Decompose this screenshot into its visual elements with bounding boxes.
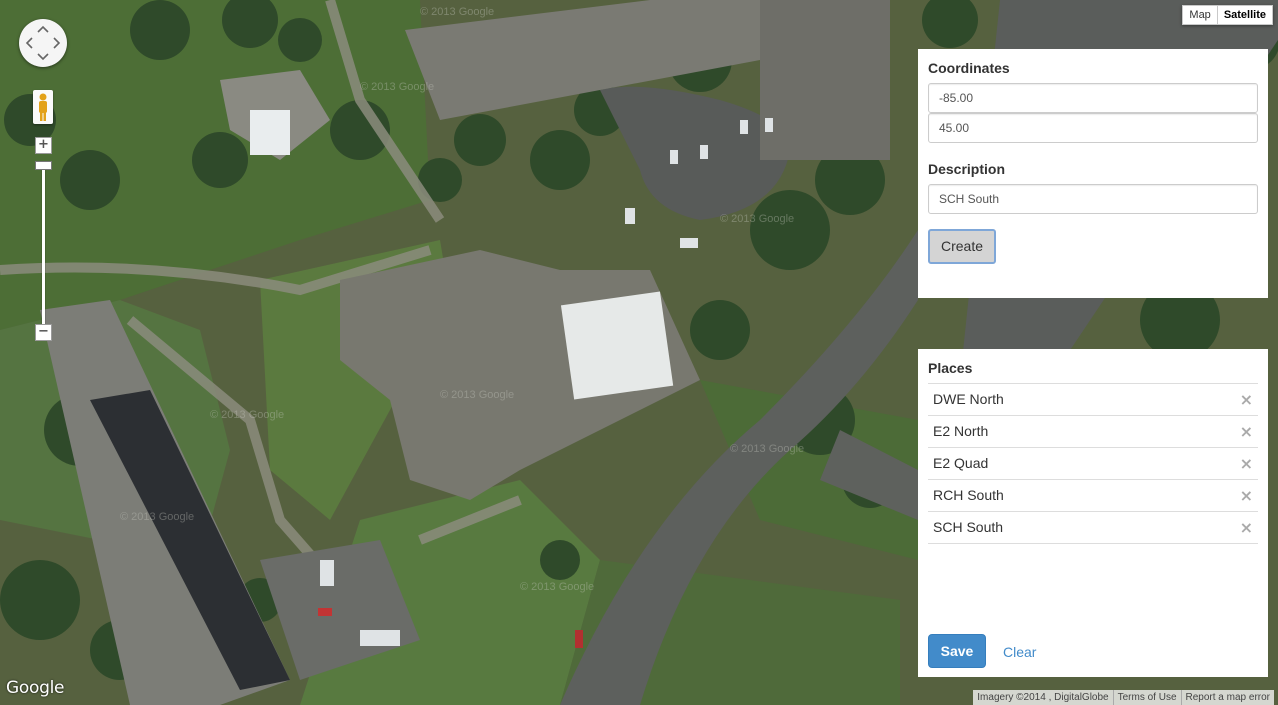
remove-place-icon[interactable]: × bbox=[1240, 448, 1253, 479]
report-map-error-link[interactable]: Report a map error bbox=[1180, 690, 1274, 705]
zoom-slider-handle[interactable] bbox=[35, 161, 52, 170]
remove-place-icon[interactable]: × bbox=[1240, 384, 1253, 415]
list-item[interactable]: RCH South × bbox=[928, 480, 1258, 512]
coordinates-panel: Coordinates -85.00 45.00 Description SCH… bbox=[918, 49, 1268, 298]
svg-text:© 2013 Google: © 2013 Google bbox=[730, 443, 804, 455]
svg-text:© 2013 Google: © 2013 Google bbox=[120, 511, 194, 523]
latitude-input[interactable]: 45.00 bbox=[928, 113, 1258, 143]
place-name: RCH South bbox=[933, 487, 1004, 503]
places-heading: Places bbox=[928, 360, 973, 376]
svg-text:© 2013 Google: © 2013 Google bbox=[420, 6, 494, 18]
remove-place-icon[interactable]: × bbox=[1240, 416, 1253, 447]
list-item[interactable]: DWE North × bbox=[928, 384, 1258, 416]
zoom-slider-track[interactable] bbox=[42, 162, 45, 325]
imagery-credit: Imagery ©2014 , DigitalGlobe bbox=[977, 692, 1109, 703]
google-logo: Google bbox=[6, 678, 65, 698]
remove-place-icon[interactable]: × bbox=[1240, 512, 1253, 543]
svg-text:© 2013 Google: © 2013 Google bbox=[440, 389, 514, 401]
remove-place-icon[interactable]: × bbox=[1240, 480, 1253, 511]
coordinates-heading: Coordinates bbox=[928, 60, 1010, 76]
svg-text:© 2013 Google: © 2013 Google bbox=[520, 581, 594, 593]
places-list: DWE North × E2 North × E2 Quad × RCH Sou… bbox=[928, 383, 1258, 544]
description-input[interactable]: SCH South bbox=[928, 184, 1258, 214]
terms-of-use-link[interactable]: Terms of Use bbox=[1112, 690, 1181, 705]
zoom-out-button[interactable]: − bbox=[35, 324, 52, 341]
svg-text:© 2013 Google: © 2013 Google bbox=[210, 409, 284, 421]
place-name: DWE North bbox=[933, 391, 1004, 407]
svg-text:© 2013 Google: © 2013 Google bbox=[360, 81, 434, 93]
place-name: E2 North bbox=[933, 423, 989, 439]
place-name: E2 Quad bbox=[933, 455, 989, 471]
pegman-icon bbox=[39, 93, 47, 121]
svg-text:© 2013 Google: © 2013 Google bbox=[720, 213, 794, 225]
map-attribution: Imagery ©2014 , DigitalGlobe Terms of Us… bbox=[973, 690, 1274, 705]
places-panel: Places DWE North × E2 North × E2 Quad × … bbox=[918, 349, 1268, 677]
longitude-input[interactable]: -85.00 bbox=[928, 83, 1258, 113]
map-type-control: Map Satellite bbox=[1182, 5, 1273, 25]
place-name: SCH South bbox=[933, 519, 1004, 535]
pan-control[interactable] bbox=[19, 19, 67, 67]
description-heading: Description bbox=[928, 161, 1006, 177]
map-type-satellite-button[interactable]: Satellite bbox=[1217, 5, 1273, 25]
street-view-pegman[interactable] bbox=[33, 90, 53, 124]
save-button[interactable]: Save bbox=[928, 634, 986, 668]
pan-arrows-icon bbox=[25, 25, 61, 61]
list-item[interactable]: SCH South × bbox=[928, 512, 1258, 544]
map-type-map-button[interactable]: Map bbox=[1182, 5, 1218, 25]
list-item[interactable]: E2 North × bbox=[928, 416, 1258, 448]
clear-link[interactable]: Clear bbox=[1003, 644, 1036, 660]
list-item[interactable]: E2 Quad × bbox=[928, 448, 1258, 480]
create-button[interactable]: Create bbox=[928, 229, 996, 264]
zoom-in-button[interactable]: + bbox=[35, 137, 52, 154]
